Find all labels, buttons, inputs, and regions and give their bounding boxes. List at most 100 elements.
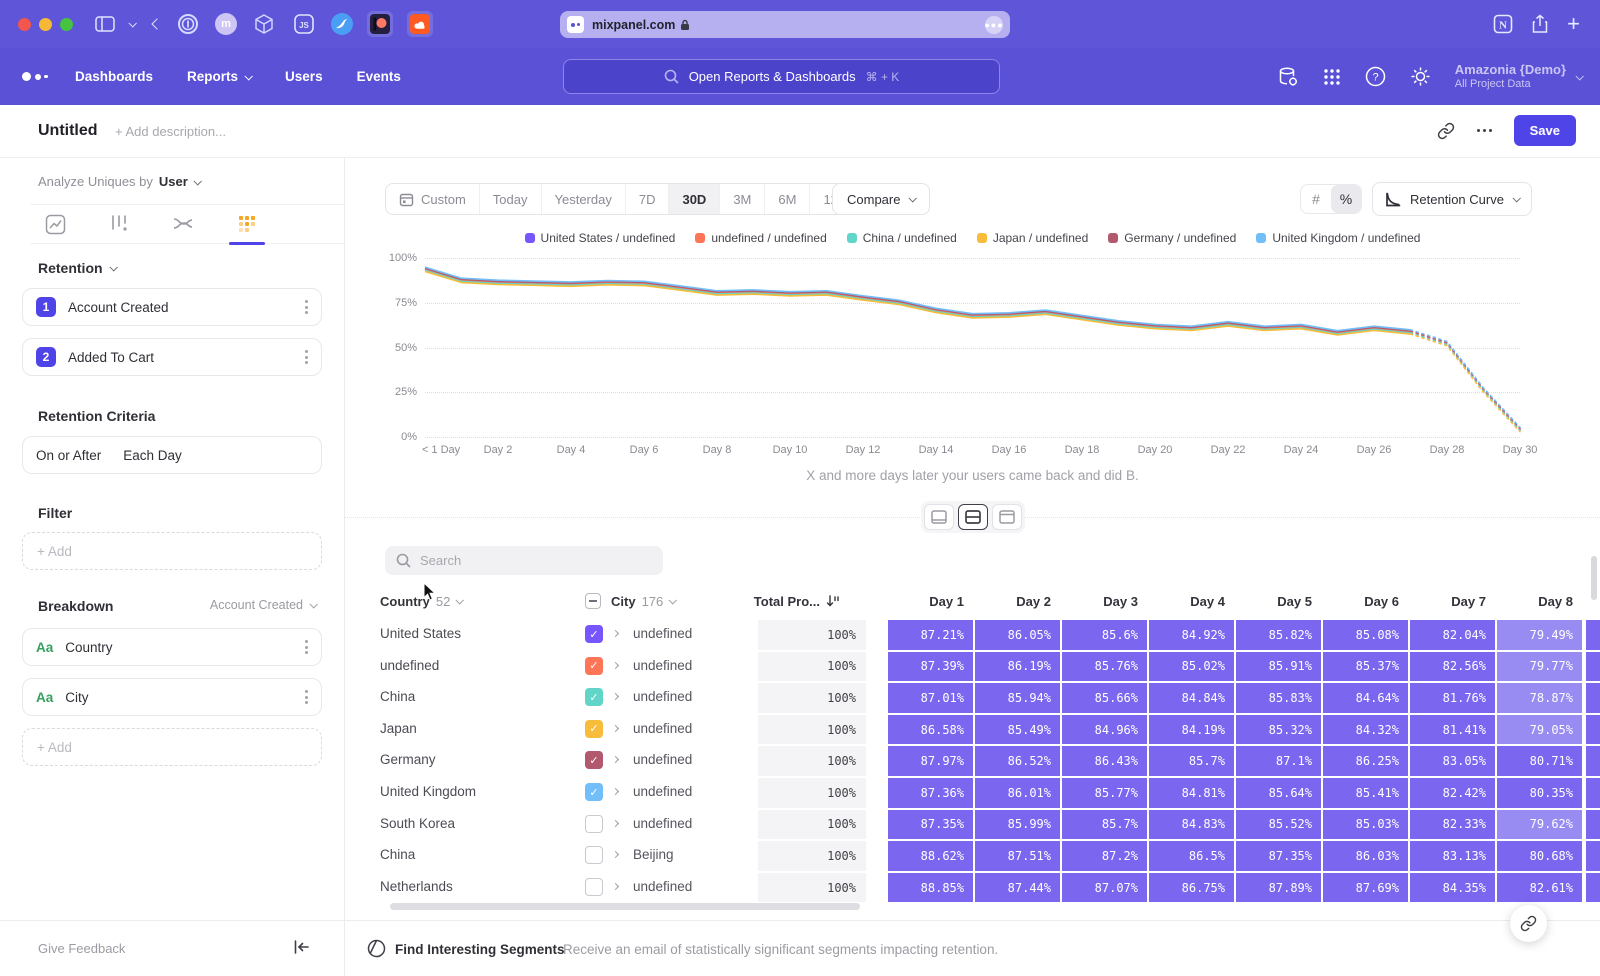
retention-cell[interactable]: 87.69% — [1323, 873, 1408, 903]
kebab-menu-icon[interactable] — [305, 690, 308, 704]
date-range-custom[interactable]: Custom — [386, 184, 479, 214]
tab-insights[interactable] — [34, 205, 76, 243]
day-column-header[interactable]: Day 7 — [1410, 588, 1495, 614]
retention-cell[interactable]: 82.04% — [1410, 620, 1495, 650]
retention-cell[interactable]: 87.51% — [975, 841, 1060, 871]
percent-toggle[interactable]: % — [1331, 185, 1361, 213]
expand-row-icon[interactable] — [612, 756, 619, 763]
onepassword-icon[interactable] — [175, 11, 201, 37]
breakdown-property-label[interactable]: City — [65, 690, 88, 705]
patreon-icon[interactable] — [367, 11, 393, 37]
date-range-today[interactable]: Today — [479, 184, 541, 214]
traffic-lights[interactable] — [18, 18, 73, 31]
retention-step-card[interactable]: 1Account Created — [22, 288, 322, 326]
layout-split-icon[interactable] — [958, 504, 988, 530]
retention-cell[interactable]: 86.5% — [1149, 841, 1234, 871]
retention-cell[interactable]: 87.89% — [1236, 873, 1321, 903]
retention-cell[interactable]: 80.68% — [1497, 841, 1582, 871]
retention-cell[interactable]: 85.83% — [1236, 683, 1321, 713]
expand-row-icon[interactable] — [612, 630, 619, 637]
tab-retention[interactable] — [226, 205, 268, 243]
collapse-sidebar-icon[interactable] — [293, 939, 310, 955]
retention-cell[interactable]: 84.83% — [1149, 810, 1234, 840]
day-column-header[interactable]: Day 1 — [888, 588, 973, 614]
expand-row-icon[interactable] — [612, 725, 619, 732]
retention-cell[interactable]: 85.76% — [1062, 652, 1147, 682]
row-checkbox[interactable]: ✓ — [585, 688, 603, 706]
day-column-header[interactable]: Day 4 — [1149, 588, 1234, 614]
retention-cell[interactable]: 85.94% — [975, 683, 1060, 713]
retention-cell[interactable]: 82.42% — [1410, 778, 1495, 808]
row-checkbox[interactable]: ✓ — [585, 783, 603, 801]
global-search[interactable]: Open Reports & Dashboards ⌘ + K — [563, 59, 1000, 94]
breakdown-scope-select[interactable]: Account Created — [210, 598, 316, 612]
date-range-30d[interactable]: 30D — [668, 184, 719, 214]
tab-flows[interactable] — [162, 205, 204, 243]
absolute-toggle[interactable]: # — [1301, 185, 1331, 213]
nav-item-reports[interactable]: Reports — [187, 69, 251, 84]
vertical-scrollbar[interactable] — [1591, 556, 1597, 600]
retention-cell[interactable]: 85.32% — [1236, 715, 1321, 745]
retention-cell[interactable]: 82.61% — [1497, 873, 1582, 903]
retention-section-title[interactable]: Retention — [38, 260, 116, 276]
give-feedback-link[interactable]: Give Feedback — [38, 941, 125, 956]
js-icon[interactable]: JS — [291, 11, 317, 37]
nav-item-dashboards[interactable]: Dashboards — [75, 69, 153, 84]
layout-top-icon[interactable] — [992, 504, 1022, 530]
help-icon[interactable]: ? — [1365, 66, 1386, 87]
retention-cell[interactable]: 85.66% — [1062, 683, 1147, 713]
sidebar-toggle-icon[interactable] — [95, 16, 115, 32]
retention-cell[interactable]: 82.56% — [1410, 652, 1495, 682]
legend-item[interactable]: Germany / undefined — [1108, 231, 1236, 245]
country-column-header[interactable]: Country 52 — [380, 588, 462, 614]
expand-row-icon[interactable] — [612, 820, 619, 827]
breakdown-card[interactable]: AaCity — [22, 678, 322, 716]
day-column-header[interactable]: Day 8 — [1497, 588, 1582, 614]
day-column-header[interactable]: Day 2 — [975, 588, 1060, 614]
retention-cell[interactable]: 83.13% — [1410, 841, 1495, 871]
mixpanel-logo-icon[interactable] — [22, 72, 48, 81]
table-search-input[interactable]: Search — [385, 546, 663, 575]
retention-cell[interactable]: 86.25% — [1323, 746, 1408, 776]
chart-type-select[interactable]: Retention Curve — [1372, 182, 1532, 216]
retention-cell[interactable]: 85.03% — [1323, 810, 1408, 840]
new-tab-icon[interactable]: + — [1567, 13, 1580, 35]
retention-step-card[interactable]: 2Added To Cart — [22, 338, 322, 376]
retention-cell[interactable]: 86.19% — [975, 652, 1060, 682]
retention-cell[interactable]: 87.1% — [1236, 746, 1321, 776]
retention-cell[interactable]: 84.84% — [1149, 683, 1234, 713]
nav-item-events[interactable]: Events — [357, 69, 401, 84]
date-range-3m[interactable]: 3M — [719, 184, 764, 214]
row-checkbox[interactable]: ✓ — [585, 720, 603, 738]
retention-cell[interactable]: 85.7% — [1149, 746, 1234, 776]
criteria-timing[interactable]: On or After — [36, 448, 101, 463]
retention-cell[interactable]: 86.05% — [975, 620, 1060, 650]
data-gear-icon[interactable] — [1277, 66, 1299, 88]
breakdown-card[interactable]: AaCountry — [22, 628, 322, 666]
soundcloud-icon[interactable] — [407, 11, 433, 37]
row-checkbox[interactable]: ✓ — [585, 625, 603, 643]
retention-cell[interactable]: 85.02% — [1149, 652, 1234, 682]
retention-cell[interactable]: 83.05% — [1410, 746, 1495, 776]
retention-cell[interactable]: 85.37% — [1323, 652, 1408, 682]
legend-item[interactable]: undefined / undefined — [695, 231, 826, 245]
retention-cell[interactable]: 87.01% — [888, 683, 973, 713]
step-event-label[interactable]: Account Created — [68, 300, 169, 315]
more-options-icon[interactable] — [1477, 129, 1492, 132]
zoom-window-icon[interactable] — [60, 18, 73, 31]
retention-cell[interactable]: 87.35% — [888, 810, 973, 840]
gear-icon[interactable] — [1410, 66, 1431, 87]
retention-cell[interactable]: 85.77% — [1062, 778, 1147, 808]
date-range-yesterday[interactable]: Yesterday — [541, 184, 625, 214]
minimize-window-icon[interactable] — [39, 18, 52, 31]
row-checkbox[interactable]: ✓ — [585, 657, 603, 675]
save-button[interactable]: Save — [1514, 115, 1576, 146]
m-avatar-icon[interactable]: m — [215, 13, 237, 35]
expand-row-icon[interactable] — [612, 851, 619, 858]
step-event-label[interactable]: Added To Cart — [68, 350, 154, 365]
retention-cell[interactable]: 85.49% — [975, 715, 1060, 745]
retention-cell[interactable]: 85.7% — [1062, 810, 1147, 840]
retention-cell[interactable]: 84.19% — [1149, 715, 1234, 745]
nav-item-users[interactable]: Users — [285, 69, 323, 84]
retention-cell[interactable]: 88.85% — [888, 873, 973, 903]
